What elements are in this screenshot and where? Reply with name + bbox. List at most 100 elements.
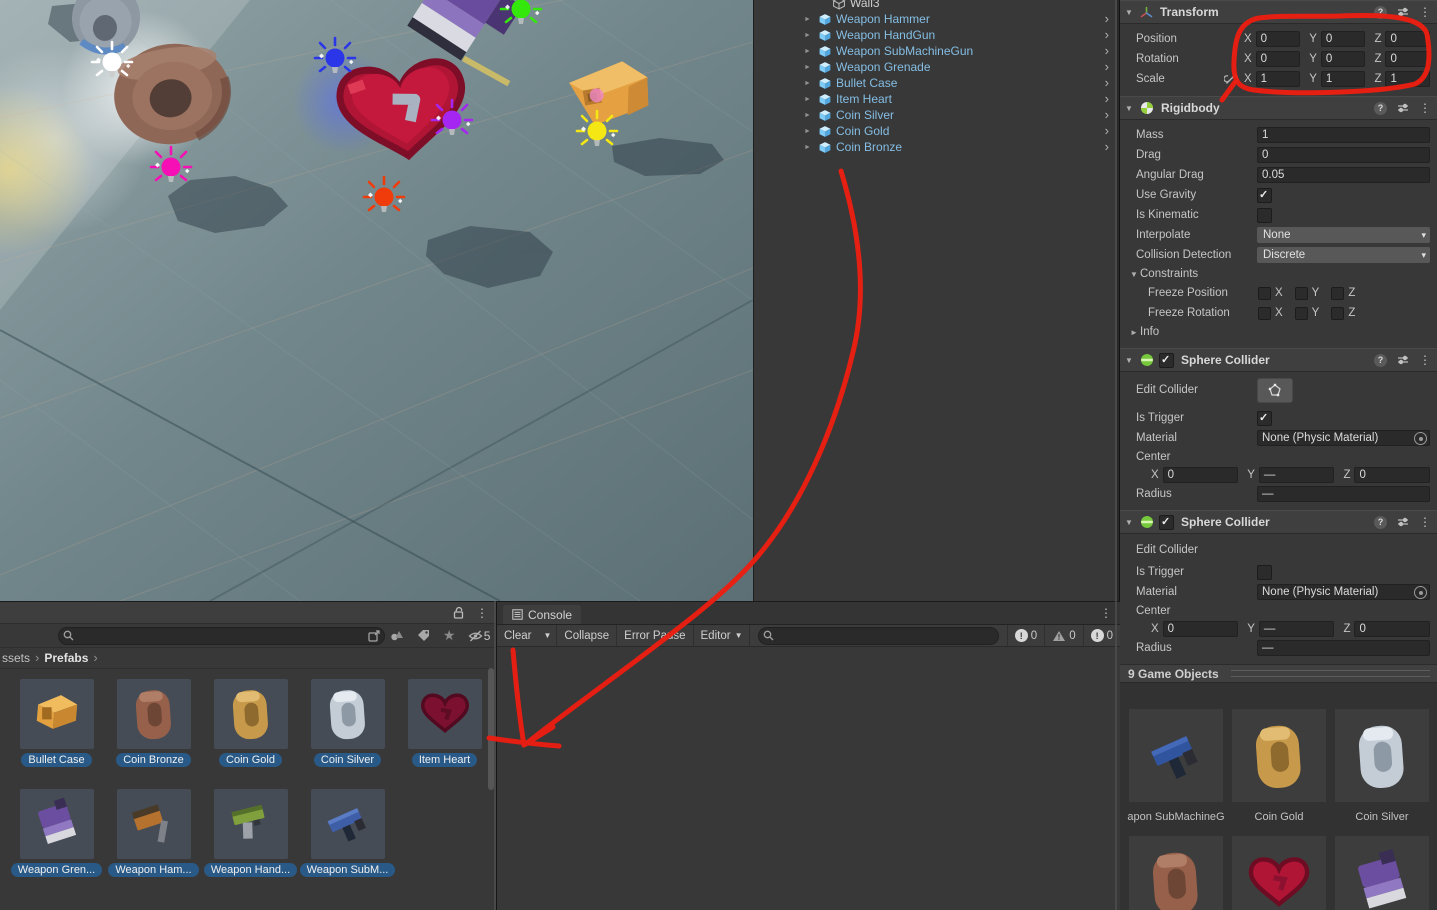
breadcrumb-root[interactable]: ssets: [2, 651, 30, 665]
rotation-x-input[interactable]: 0: [1256, 51, 1301, 67]
rotation-y-input[interactable]: 0: [1321, 51, 1366, 67]
chevron-right-icon[interactable]: ›: [1105, 126, 1109, 136]
project-item-weapon-hammer[interactable]: Weapon Ham...: [105, 789, 202, 899]
component-enabled-checkbox[interactable]: [1159, 353, 1174, 368]
kebab-menu-icon[interactable]: ⋮: [1419, 515, 1431, 529]
hierarchy-item[interactable]: ► Coin Bronze ›: [754, 139, 1117, 155]
foldout-open-icon[interactable]: ▼: [1125, 356, 1135, 365]
transform-header[interactable]: ▼ Transform ? ⋮: [1120, 0, 1437, 24]
preview-item[interactable]: Coin Silver: [1331, 709, 1434, 836]
kebab-menu-icon[interactable]: ⋮: [1100, 606, 1112, 620]
hierarchy-item[interactable]: ► Coin Silver ›: [754, 107, 1117, 123]
chevron-right-icon[interactable]: ›: [1105, 62, 1109, 72]
help-icon[interactable]: ?: [1374, 354, 1387, 367]
help-icon[interactable]: ?: [1374, 516, 1387, 529]
project-item-coin-bronze[interactable]: Coin Bronze: [105, 679, 202, 789]
expand-arrow-icon[interactable]: ►: [804, 16, 818, 23]
hierarchy-item[interactable]: ► Coin Gold ›: [754, 123, 1117, 139]
use-gravity-checkbox[interactable]: [1257, 188, 1272, 203]
chevron-right-icon[interactable]: ›: [1105, 30, 1109, 40]
project-item-weapon-submachinegun[interactable]: Weapon SubM...: [299, 789, 396, 899]
freeze-rotation-y-checkbox[interactable]: [1295, 307, 1308, 320]
kebab-menu-icon[interactable]: ⋮: [1419, 5, 1431, 19]
scale-x-input[interactable]: 1: [1256, 71, 1301, 87]
collapse-button[interactable]: Collapse: [557, 625, 617, 646]
preview-item[interactable]: apon SubMachineG: [1125, 709, 1228, 836]
position-z-input[interactable]: 0: [1385, 31, 1430, 47]
collision-detection-dropdown[interactable]: Discrete▾: [1257, 247, 1430, 263]
editor-dropdown[interactable]: Editor▼: [694, 625, 751, 646]
angular-drag-input[interactable]: 0.05: [1257, 167, 1430, 183]
console-search-input[interactable]: [758, 627, 998, 645]
hierarchy-item[interactable]: ► Weapon Grenade ›: [754, 59, 1117, 75]
position-x-input[interactable]: 0: [1256, 31, 1301, 47]
hierarchy-item[interactable]: ► Bullet Case ›: [754, 75, 1117, 91]
expand-arrow-icon[interactable]: ►: [804, 48, 818, 55]
center-x-input[interactable]: 0: [1163, 467, 1239, 483]
presets-icon[interactable]: [1397, 354, 1409, 366]
interpolate-dropdown[interactable]: None▾: [1257, 227, 1430, 243]
hierarchy-item[interactable]: ► Weapon SubMachineGun ›: [754, 43, 1117, 59]
sphere-collider-2-header[interactable]: ▼ Sphere Collider ? ⋮: [1120, 510, 1437, 534]
expand-arrow-icon[interactable]: ►: [804, 112, 818, 119]
expand-arrow-icon[interactable]: ►: [804, 64, 818, 71]
expand-arrow-icon[interactable]: ►: [804, 144, 818, 151]
hierarchy-item-wall3[interactable]: Wall3: [754, 0, 1117, 11]
project-item-coin-silver[interactable]: Coin Silver: [299, 679, 396, 789]
scale-z-input[interactable]: 1: [1385, 71, 1430, 87]
search-by-label-button[interactable]: [410, 626, 436, 646]
mass-input[interactable]: 1: [1257, 127, 1430, 143]
constraints-foldout[interactable]: ▼ Constraints: [1120, 265, 1437, 283]
breadcrumb-folder[interactable]: Prefabs: [44, 651, 88, 665]
project-item-item-heart[interactable]: Item Heart: [396, 679, 493, 789]
kebab-menu-icon[interactable]: ⋮: [476, 606, 488, 620]
rigidbody-header[interactable]: ▼ Rigidbody ? ⋮: [1120, 96, 1437, 120]
search-by-type-button[interactable]: [385, 626, 411, 646]
freeze-rotation-x-checkbox[interactable]: [1258, 307, 1271, 320]
object-picker-icon[interactable]: [1414, 432, 1427, 445]
preview-item[interactable]: Coin Gold: [1228, 709, 1331, 836]
freeze-position-x-checkbox[interactable]: [1258, 287, 1271, 300]
rotation-z-input[interactable]: 0: [1385, 51, 1430, 67]
project-console-splitter[interactable]: [494, 601, 496, 910]
hierarchy-item[interactable]: ► Weapon Hammer ›: [754, 11, 1117, 27]
expand-arrow-icon[interactable]: ►: [804, 96, 818, 103]
scene-view[interactable]: [0, 0, 753, 601]
material-object-field[interactable]: None (Physic Material): [1257, 584, 1430, 600]
help-icon[interactable]: ?: [1374, 102, 1387, 115]
clear-dropdown-button[interactable]: ▼: [538, 625, 557, 646]
edit-collider-button[interactable]: [1257, 378, 1293, 403]
foldout-open-icon[interactable]: ▼: [1125, 8, 1135, 17]
hierarchy-item[interactable]: ► Weapon HandGun ›: [754, 27, 1117, 43]
clear-button[interactable]: Clear: [497, 625, 538, 646]
console-log-area[interactable]: [497, 647, 1120, 910]
unlock-icon[interactable]: [453, 606, 464, 619]
preview-item[interactable]: [1331, 836, 1434, 910]
expand-arrow-icon[interactable]: ►: [804, 128, 818, 135]
center-x-input[interactable]: 0: [1163, 621, 1239, 637]
is-kinematic-checkbox[interactable]: [1257, 208, 1272, 223]
kebab-menu-icon[interactable]: ⋮: [1419, 353, 1431, 367]
hidden-packages-toggle[interactable]: 5: [462, 626, 496, 646]
freeze-position-z-checkbox[interactable]: [1331, 287, 1344, 300]
is-trigger-checkbox[interactable]: [1257, 411, 1272, 426]
kebab-menu-icon[interactable]: ⋮: [1419, 101, 1431, 115]
preview-item[interactable]: [1228, 836, 1331, 910]
freeze-rotation-z-checkbox[interactable]: [1331, 307, 1344, 320]
preview-header-bar[interactable]: 9 Game Objects: [1120, 664, 1437, 683]
center-y-input[interactable]: —: [1259, 467, 1335, 483]
open-in-window-icon[interactable]: [368, 630, 380, 642]
is-trigger-checkbox[interactable]: [1257, 565, 1272, 580]
foldout-open-icon[interactable]: ▼: [1125, 518, 1135, 527]
drag-input[interactable]: 0: [1257, 147, 1430, 163]
chevron-right-icon[interactable]: ›: [1105, 46, 1109, 56]
project-item-coin-gold[interactable]: Coin Gold: [202, 679, 299, 789]
presets-icon[interactable]: [1397, 516, 1409, 528]
tab-console[interactable]: Console: [503, 605, 581, 624]
component-enabled-checkbox[interactable]: [1159, 515, 1174, 530]
chevron-right-icon[interactable]: ›: [1105, 142, 1109, 152]
freeze-position-y-checkbox[interactable]: [1295, 287, 1308, 300]
error-pause-button[interactable]: Error Pause: [617, 625, 693, 646]
inspector-splitter[interactable]: [1115, 0, 1117, 910]
chevron-right-icon[interactable]: ›: [1105, 94, 1109, 104]
